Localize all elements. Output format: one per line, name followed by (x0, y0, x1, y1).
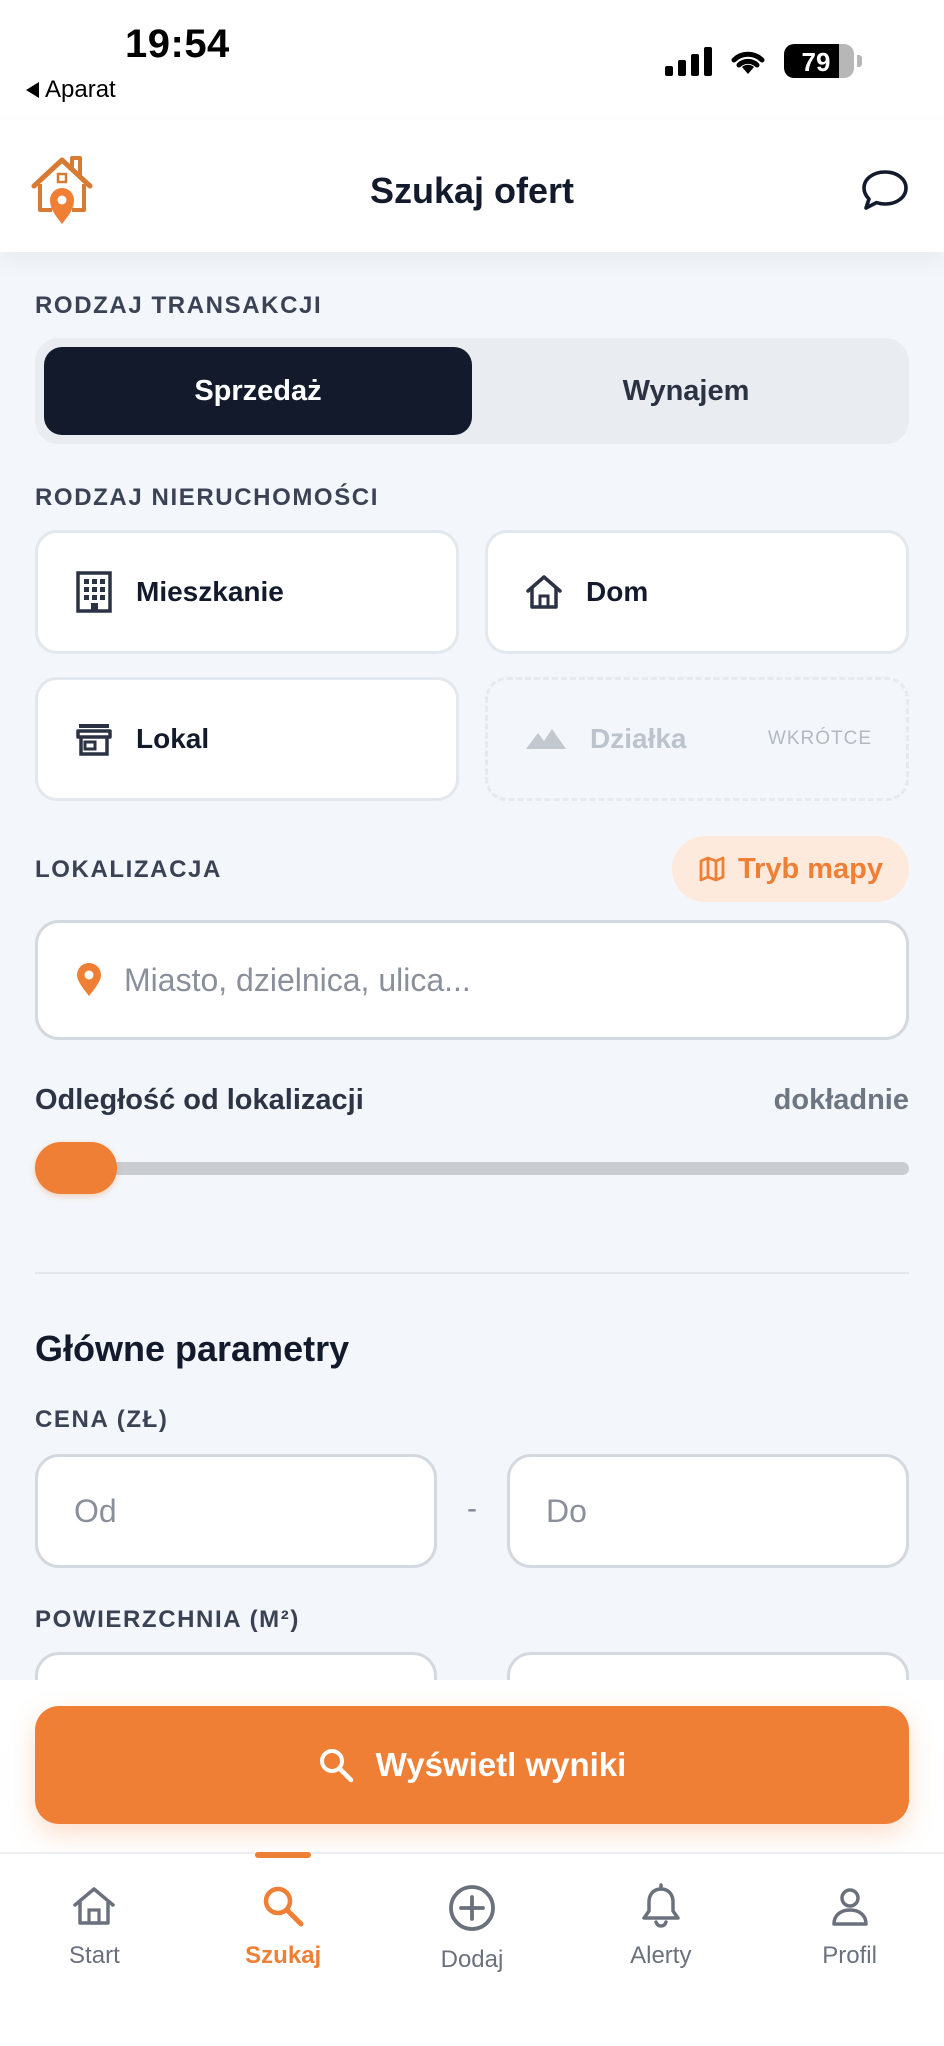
location-pin-icon (77, 963, 101, 996)
user-icon (831, 1888, 868, 1926)
battery-nub (857, 55, 862, 67)
active-tab-indicator (255, 1852, 312, 1858)
map-mode-button[interactable]: Tryb mapy (671, 836, 909, 902)
bottom-tab-bar: Start Szukaj Dodaj Alerty Profil (0, 1852, 944, 2046)
search-icon (263, 1886, 304, 1927)
home-icon (73, 1887, 116, 1925)
tab-add[interactable]: Dodaj (378, 1854, 567, 2046)
cellular-signal-icon (665, 46, 712, 76)
location-label: LOKALIZACJA (35, 856, 222, 883)
property-type-house-label: Dom (586, 576, 649, 607)
area-label: POWIERZCHNIA (M²) (35, 1606, 300, 1633)
house-icon (526, 575, 562, 609)
property-type-house[interactable]: Dom (485, 530, 909, 654)
action-area: Wyświetl wyniki (0, 1680, 944, 1854)
battery-icon: 79 (784, 44, 854, 78)
tab-alerts-label: Alerty (630, 1942, 692, 1969)
price-separator: - (467, 1492, 477, 1525)
back-triangle-icon (26, 82, 39, 98)
tab-search[interactable]: Szukaj (189, 1852, 378, 2046)
transaction-type-toggle: Sprzedaż Wynajem (35, 338, 909, 444)
plus-circle-icon (449, 1885, 495, 1931)
status-bar: 19:54 Aparat 79 (0, 0, 944, 120)
distance-slider-track[interactable] (35, 1162, 909, 1175)
price-from-input[interactable] (74, 1492, 394, 1530)
property-type-label: RODZAJ NIERUCHOMOŚCI (35, 484, 380, 511)
tab-search-label: Szukaj (245, 1942, 322, 1969)
chat-bubble-icon[interactable] (860, 168, 910, 212)
tab-profile-label: Profil (822, 1942, 877, 1969)
terrain-icon (526, 729, 566, 749)
property-type-apartment[interactable]: Mieszkanie (35, 530, 459, 654)
property-type-plot-label: Działka (590, 723, 687, 754)
tab-start-label: Start (69, 1942, 120, 1969)
battery-percent: 79 (801, 47, 831, 77)
tab-profile[interactable]: Profil (755, 1854, 944, 2046)
location-search-field[interactable] (35, 920, 909, 1040)
section-divider (35, 1272, 909, 1274)
show-results-label: Wyświetl wyniki (375, 1746, 627, 1783)
distance-value: dokładnie (773, 1084, 909, 1116)
distance-row: Odległość od lokalizacji dokładnie (35, 1084, 909, 1117)
coming-soon-badge: WKRÓTCE (767, 728, 872, 749)
price-to-input[interactable] (546, 1492, 866, 1530)
price-from-field[interactable] (35, 1454, 437, 1568)
segment-sale[interactable]: Sprzedaż (44, 347, 472, 435)
main-params-heading: Główne parametry (35, 1328, 350, 1369)
apartment-building-icon (76, 571, 112, 613)
storefront-icon (76, 724, 112, 756)
property-type-apartment-label: Mieszkanie (136, 576, 284, 607)
tab-add-label: Dodaj (440, 1946, 504, 1973)
status-time: 19:54 (125, 22, 230, 66)
tab-alerts[interactable]: Alerty (566, 1854, 755, 2046)
status-icons: 79 (665, 44, 862, 78)
segment-rent[interactable]: Wynajem (472, 347, 900, 435)
show-results-button[interactable]: Wyświetl wyniki (35, 1706, 909, 1824)
transaction-type-label: RODZAJ TRANSAKCJI (35, 292, 323, 319)
price-to-field[interactable] (507, 1454, 909, 1568)
back-to-app-link[interactable]: Aparat (26, 76, 116, 104)
location-search-input[interactable] (124, 961, 824, 999)
map-mode-label: Tryb mapy (737, 852, 883, 885)
app-header: Szukaj ofert (0, 120, 944, 252)
page-title: Szukaj ofert (369, 170, 575, 211)
map-icon (699, 856, 725, 882)
tab-start[interactable]: Start (0, 1854, 189, 2046)
property-type-commercial[interactable]: Lokal (35, 677, 459, 801)
distance-title: Odległość od lokalizacji (35, 1084, 364, 1116)
bell-icon (642, 1883, 680, 1928)
property-type-commercial-label: Lokal (136, 723, 210, 754)
back-app-label: Aparat (45, 76, 116, 103)
distance-slider-thumb[interactable] (35, 1142, 117, 1194)
search-icon (319, 1749, 353, 1783)
wifi-icon (731, 51, 765, 74)
price-label: CENA (ZŁ) (35, 1406, 169, 1433)
property-type-plot: Działka WKRÓTCE (485, 677, 909, 801)
